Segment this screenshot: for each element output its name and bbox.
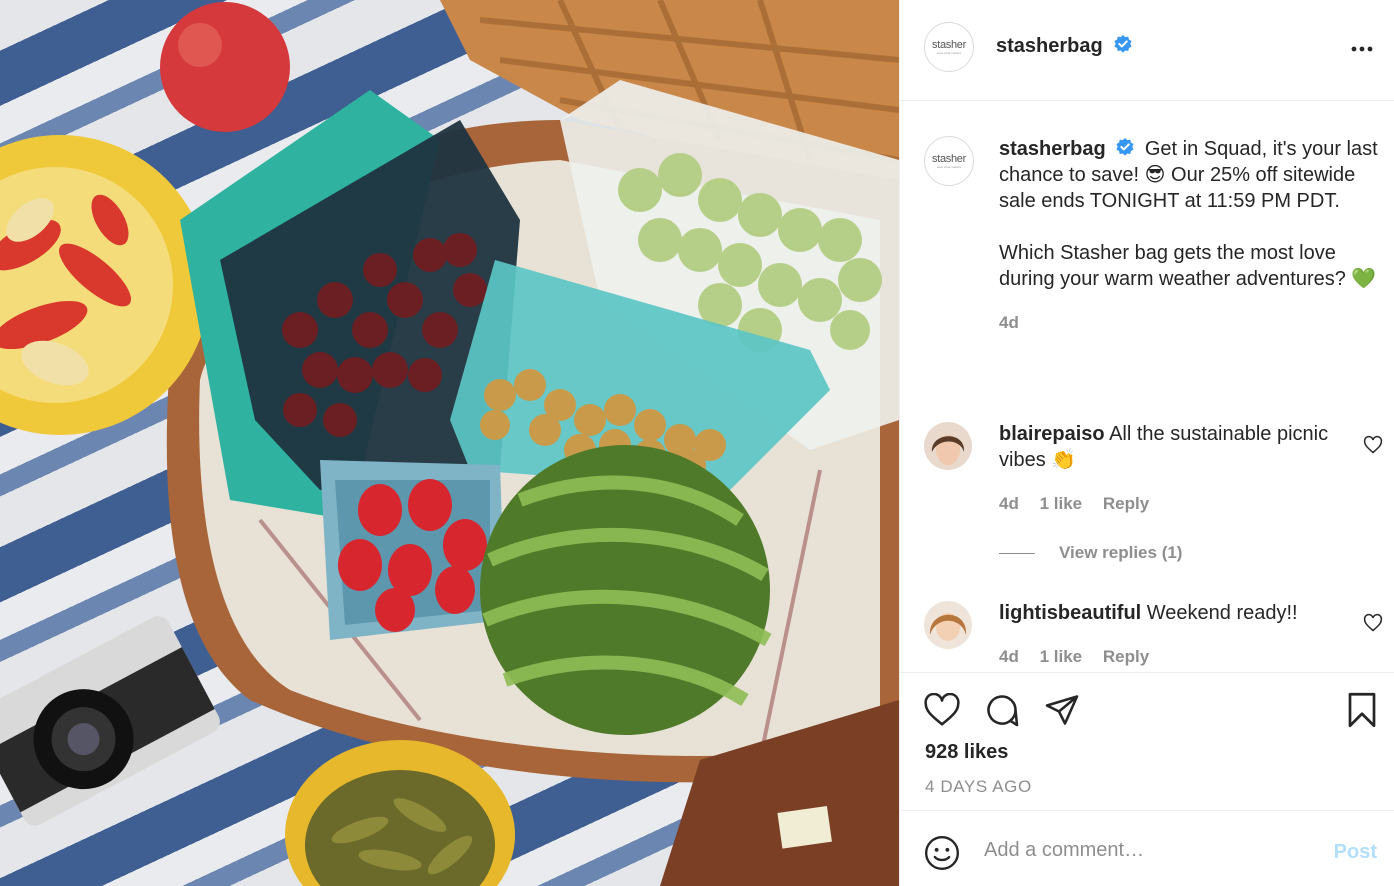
- view-replies-label: View replies (1): [1059, 543, 1183, 562]
- picnic-illustration: [0, 0, 899, 886]
- comment-body: lightisbeautiful Weekend ready!!: [999, 600, 1349, 626]
- author-avatar[interactable]: stasher save what matters: [924, 22, 974, 72]
- post-caption: stasherbag Get in Squad, it's your last …: [999, 136, 1389, 336]
- commenter-avatar[interactable]: [924, 601, 972, 649]
- comment-like-count[interactable]: 1 like: [1040, 494, 1083, 513]
- save-bookmark-icon[interactable]: [1342, 690, 1382, 730]
- comment-text: Weekend ready!!: [1146, 602, 1298, 624]
- post-actions: 928 likes 4 DAYS AGO: [900, 672, 1394, 810]
- avatar-logo-tagline: save what matters: [936, 164, 962, 169]
- likes-count[interactable]: 928 likes: [925, 741, 1008, 764]
- caption-username[interactable]: stasherbag: [999, 138, 1106, 160]
- caption-meta: 4d: [999, 310, 1389, 336]
- comment-reply-button[interactable]: Reply: [1103, 494, 1149, 513]
- comment-reply-button[interactable]: Reply: [1103, 647, 1149, 666]
- post-photo[interactable]: [0, 0, 899, 886]
- emoji-smiley-icon[interactable]: [922, 833, 962, 873]
- comment-meta: 4d 1 like Reply: [999, 647, 1165, 667]
- post-date[interactable]: 4 DAYS AGO: [925, 777, 1032, 797]
- comments-list[interactable]: stasher save what matters stasherbag Get…: [900, 102, 1394, 672]
- view-replies-divider: [999, 552, 1035, 554]
- add-comment-input[interactable]: [984, 835, 1304, 865]
- comment-body: blairepaiso All the sustainable picnic v…: [999, 421, 1349, 473]
- comment-composer: Post: [900, 810, 1394, 886]
- avatar-logo-tagline: save what matters: [936, 50, 962, 55]
- comment-like-count[interactable]: 1 like: [1040, 647, 1083, 666]
- comment-timestamp[interactable]: 4d: [999, 647, 1019, 666]
- commenter-avatar[interactable]: [924, 422, 972, 470]
- post-comment-button[interactable]: Post: [1334, 841, 1377, 864]
- author-username[interactable]: stasherbag: [996, 35, 1103, 57]
- comment-username[interactable]: lightisbeautiful: [999, 602, 1141, 624]
- comment-bubble-icon[interactable]: [982, 690, 1022, 730]
- comment-timestamp[interactable]: 4d: [999, 494, 1019, 513]
- comment-meta: 4d 1 like Reply: [999, 494, 1165, 514]
- verified-badge-icon: [1116, 138, 1134, 156]
- verified-badge-icon: [1114, 35, 1132, 53]
- like-heart-icon[interactable]: [922, 690, 962, 730]
- author-name-row: stasherbag: [996, 34, 1133, 58]
- caption-author-avatar[interactable]: stasher save what matters: [924, 136, 974, 186]
- like-comment-heart-icon[interactable]: [1363, 613, 1383, 633]
- post-sidebar: stasher save what matters stasherbag sta…: [899, 0, 1394, 886]
- post-header: stasher save what matters stasherbag: [900, 0, 1394, 101]
- comment-username[interactable]: blairepaiso: [999, 423, 1105, 445]
- avatar-logo-text: stasher: [932, 38, 966, 51]
- like-comment-heart-icon[interactable]: [1363, 435, 1383, 455]
- view-replies-button[interactable]: View replies (1): [999, 543, 1182, 563]
- caption-text-paragraph-2: Which Stasher bag gets the most love dur…: [999, 242, 1377, 290]
- more-options-icon[interactable]: [1349, 36, 1375, 62]
- share-paper-plane-icon[interactable]: [1042, 690, 1082, 730]
- avatar-logo-text: stasher: [932, 152, 966, 165]
- caption-timestamp[interactable]: 4d: [999, 313, 1019, 332]
